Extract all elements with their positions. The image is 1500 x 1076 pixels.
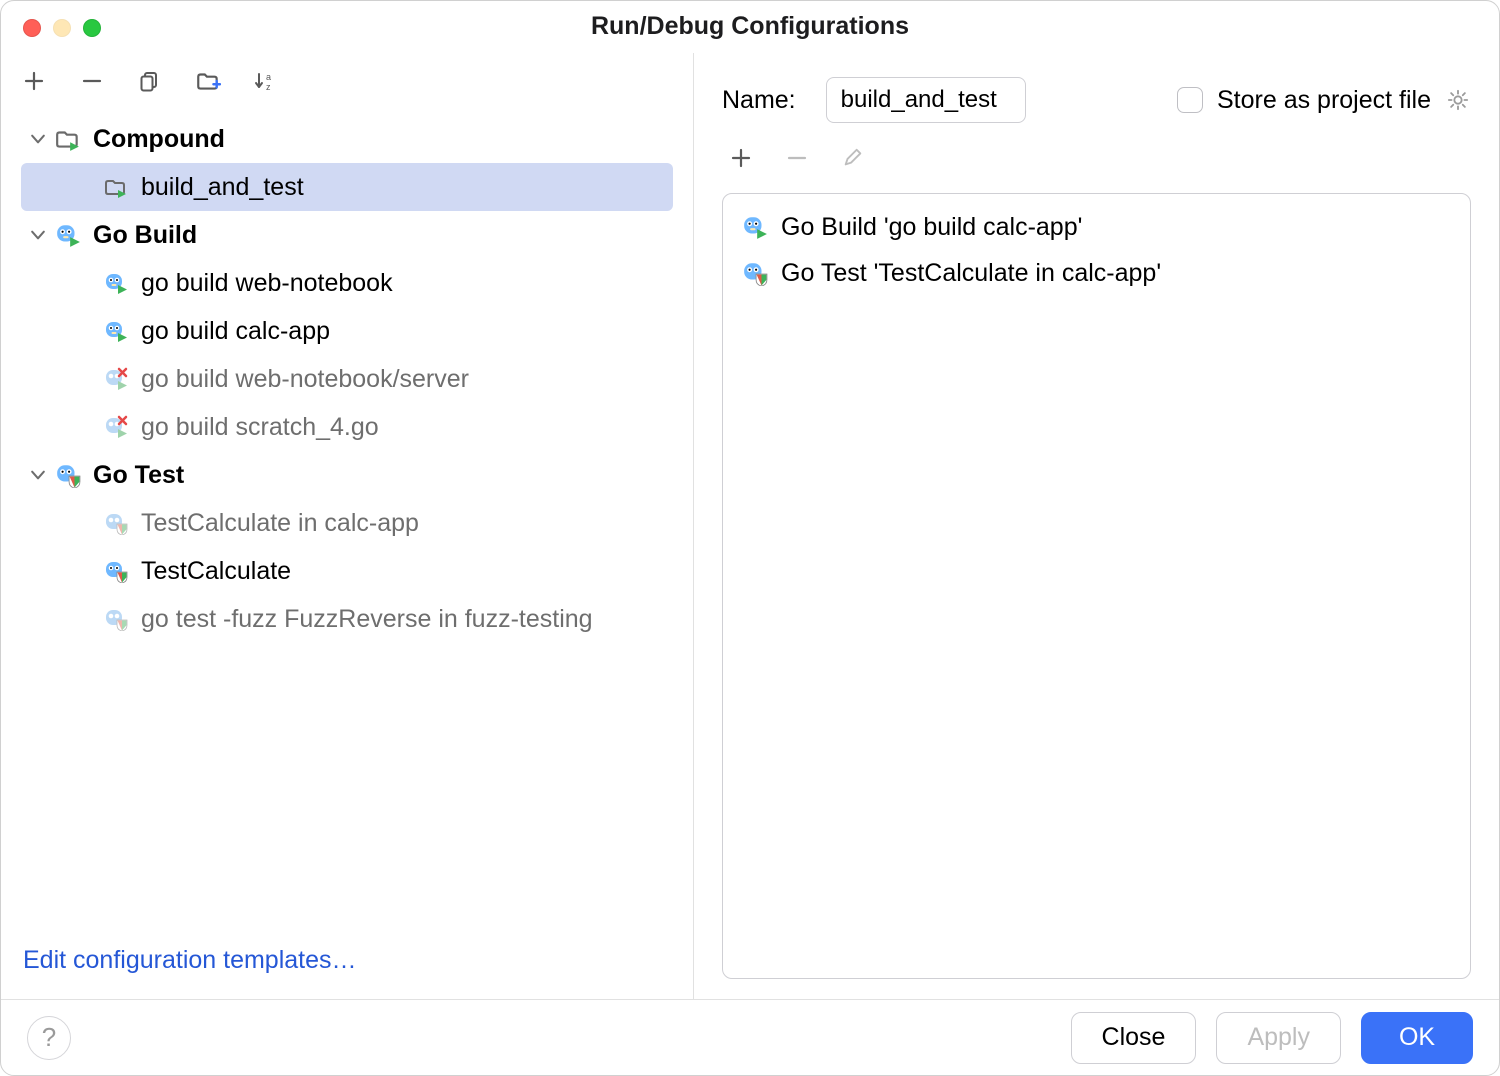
copy-configuration-button[interactable] [135,66,165,96]
compound-add-button[interactable] [726,143,756,173]
go-run-icon [103,318,129,344]
configuration-editor: Name: Store as project file [694,53,1499,999]
compound-item-go-test[interactable]: Go Test 'TestCalculate in calc-app' [733,250,1460,296]
compound-items-toolbar [722,141,1471,175]
tree-item-label: go build web-notebook/server [141,365,469,394]
tree-item-go-build-calc-app[interactable]: go build calc-app [1,307,693,355]
compound-items-list: Go Build 'go build calc-app' Go Test 'Te… [722,193,1471,979]
help-button[interactable]: ? [27,1016,71,1060]
compound-edit-button[interactable] [838,143,868,173]
tree-item-testcalculate-calc-app[interactable]: TestCalculate in calc-app [1,499,693,547]
tree-group-label: Compound [93,125,225,154]
chevron-down-icon [27,465,49,485]
zoom-window-button[interactable] [83,19,101,37]
configurations-sidebar: Compound build_and_test Go Build go buil… [1,53,694,999]
store-as-project-file-checkbox[interactable] [1177,87,1203,113]
tree-item-go-fuzz[interactable]: go test -fuzz FuzzReverse in fuzz-testin… [1,595,693,643]
store-as-project-file-label: Store as project file [1217,86,1431,115]
store-row: Store as project file [1177,86,1471,115]
ok-button[interactable]: OK [1361,1012,1473,1064]
go-run-invalid-icon [103,414,129,440]
tree-item-label: TestCalculate in calc-app [141,509,419,538]
close-button[interactable]: Close [1071,1012,1197,1064]
go-test-icon [741,259,769,287]
tree-group-label: Go Build [93,221,197,250]
tree-item-go-build-server-invalid[interactable]: go build web-notebook/server [1,355,693,403]
tree-item-go-build-web-notebook[interactable]: go build web-notebook [1,259,693,307]
compound-icon [103,174,129,200]
tree-item-label: go build web-notebook [141,269,393,298]
compound-remove-button[interactable] [782,143,812,173]
configuration-name-input[interactable] [826,77,1026,123]
chevron-down-icon [27,225,49,245]
compound-icon [55,126,81,152]
go-test-temp-icon [103,510,129,536]
sort-alphabetically-button[interactable] [251,66,281,96]
run-debug-configurations-dialog: Run/Debug Configurations [0,0,1500,1076]
sidebar-toolbar [1,53,693,109]
edit-templates-link[interactable]: Edit configuration templates… [1,932,693,999]
add-configuration-button[interactable] [19,66,49,96]
tree-item-go-build-scratch-invalid[interactable]: go build scratch_4.go [1,403,693,451]
dialog-button-bar: ? Close Apply OK [1,999,1499,1075]
go-run-icon [741,213,769,241]
go-run-icon [103,270,129,296]
list-item-label: Go Test 'TestCalculate in calc-app' [781,259,1161,288]
go-test-icon [103,558,129,584]
tree-item-label: TestCalculate [141,557,291,586]
tree-item-label: go test -fuzz FuzzReverse in fuzz-testin… [141,605,593,634]
remove-configuration-button[interactable] [77,66,107,96]
window-controls [23,19,101,37]
go-run-icon [55,222,81,248]
name-row: Name: Store as project file [722,77,1471,123]
tree-group-go-build[interactable]: Go Build [1,211,693,259]
tree-group-label: Go Test [93,461,184,490]
tree-item-testcalculate[interactable]: TestCalculate [1,547,693,595]
tree-group-compound[interactable]: Compound [1,115,693,163]
go-test-icon [55,462,81,488]
gear-icon[interactable] [1445,87,1471,113]
chevron-down-icon [27,129,49,149]
tree-item-label: build_and_test [141,173,304,202]
compound-item-go-build[interactable]: Go Build 'go build calc-app' [733,204,1460,250]
tree-group-go-test[interactable]: Go Test [1,451,693,499]
tree-item-build-and-test[interactable]: build_and_test [21,163,673,211]
titlebar: Run/Debug Configurations [1,1,1499,53]
go-test-temp-icon [103,606,129,632]
name-label: Name: [722,86,796,115]
list-item-label: Go Build 'go build calc-app' [781,213,1082,242]
tree-item-label: go build scratch_4.go [141,413,379,442]
configurations-tree: Compound build_and_test Go Build go buil… [1,109,693,932]
apply-button[interactable]: Apply [1216,1012,1341,1064]
close-window-button[interactable] [23,19,41,37]
go-run-invalid-icon [103,366,129,392]
save-to-templates-button[interactable] [193,66,223,96]
minimize-window-button [53,19,71,37]
dialog-title: Run/Debug Configurations [591,12,909,41]
content-area: Compound build_and_test Go Build go buil… [1,53,1499,999]
tree-item-label: go build calc-app [141,317,330,346]
